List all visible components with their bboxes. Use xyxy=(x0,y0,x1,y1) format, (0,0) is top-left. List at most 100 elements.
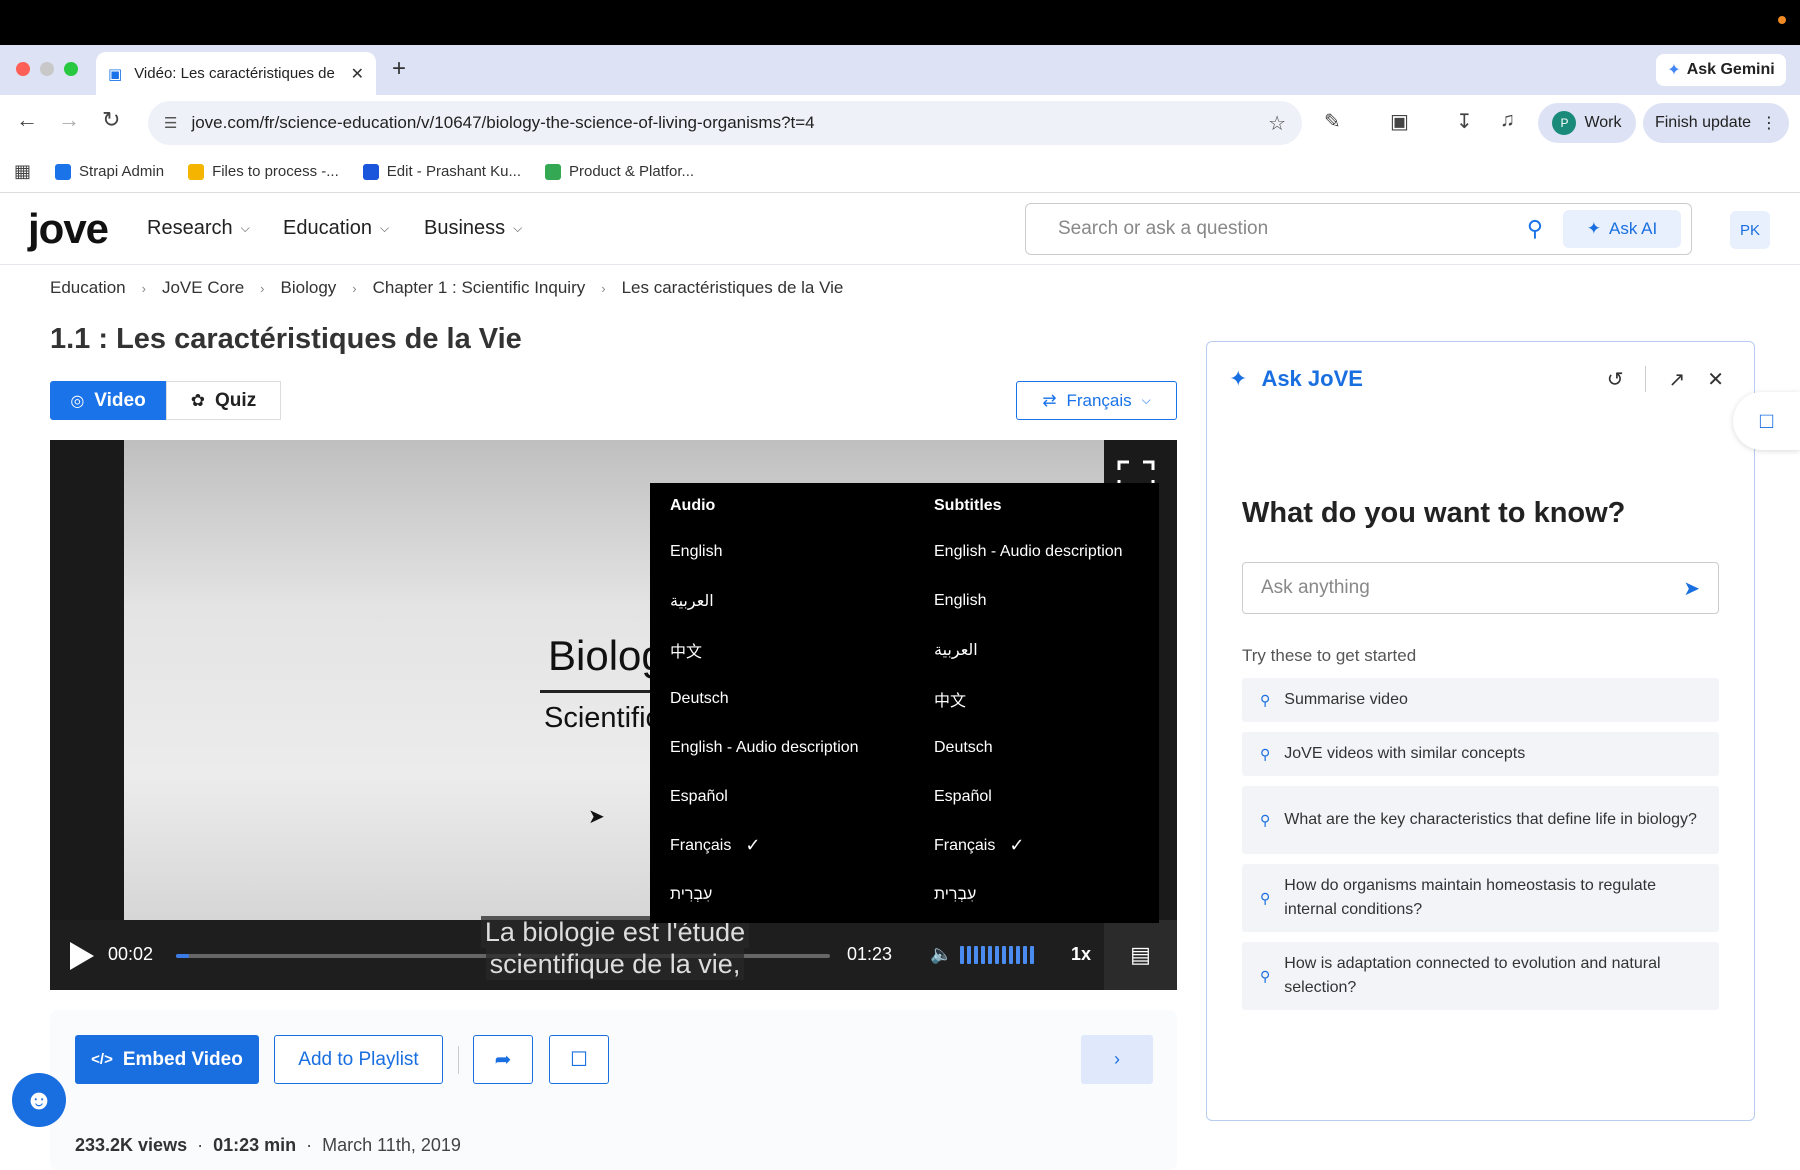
accessibility-icon[interactable]: ☻ xyxy=(12,1073,66,1127)
forward-arrow-icon[interactable]: → xyxy=(58,107,80,133)
extensions-icon[interactable]: ✎ xyxy=(1324,109,1341,134)
finish-update-button[interactable]: Finish update ⋮ xyxy=(1643,103,1789,143)
apps-grid-icon[interactable]: ▦ xyxy=(14,161,31,182)
bookmark-item[interactable]: Files to process -... xyxy=(188,163,339,180)
suggestion-text: Summarise video xyxy=(1284,691,1408,708)
bookmark-icon[interactable]: ☐ xyxy=(549,1035,609,1084)
audio-option[interactable]: English - Audio description xyxy=(670,723,859,772)
url-text[interactable]: jove.com/fr/science-education/v/10647/bi… xyxy=(191,113,1254,133)
subtitles-option[interactable]: Deutsch xyxy=(934,723,1123,772)
suggestion-item[interactable]: ⚲ Summarise video xyxy=(1242,678,1719,722)
embed-video-button[interactable]: </> Embed Video xyxy=(75,1035,259,1084)
history-icon[interactable]: ↺ xyxy=(1607,367,1624,392)
bookmark-item[interactable]: Strapi Admin xyxy=(55,163,164,180)
play-circle-icon: ◎ xyxy=(70,392,85,410)
back-arrow-icon[interactable]: ← xyxy=(16,107,38,133)
subtitles-option[interactable]: العربية xyxy=(934,625,1123,674)
profile-button[interactable]: P Work xyxy=(1538,103,1636,143)
audio-option[interactable]: Deutsch xyxy=(670,674,859,723)
subtitles-option[interactable]: English - Audio description xyxy=(934,527,1123,576)
window-zoom-button[interactable] xyxy=(64,62,78,76)
user-avatar[interactable]: PK xyxy=(1730,211,1770,249)
subtitles-option-label: English - Audio description xyxy=(934,542,1123,560)
subtitles-option-label: 中文 xyxy=(934,692,967,710)
subtitles-option[interactable]: עִבְרִית xyxy=(934,870,1123,919)
nav-business[interactable]: Business ⌵ xyxy=(424,217,522,240)
search-icon[interactable]: ⚲ xyxy=(1527,216,1543,242)
suggestion-item[interactable]: ⚲ What are the key characteristics that … xyxy=(1242,786,1719,854)
send-icon[interactable]: ➤ xyxy=(1683,576,1700,601)
ask-input-placeholder[interactable]: Ask anything xyxy=(1261,577,1683,599)
search-input[interactable]: Search or ask a question xyxy=(1058,218,1527,240)
audio-option[interactable]: English xyxy=(670,527,859,576)
subtitles-option[interactable]: Français ✓ xyxy=(934,821,1123,870)
audio-option-label: עִבְרִית xyxy=(670,885,713,903)
cast-icon[interactable]: ▣ xyxy=(1390,109,1409,134)
new-tab-button[interactable]: + xyxy=(392,55,406,83)
audio-option[interactable]: Français ✓ xyxy=(670,821,859,870)
ask-ai-label: Ask AI xyxy=(1609,219,1658,238)
address-bar[interactable]: ☰ jove.com/fr/science-education/v/10647/… xyxy=(148,101,1302,145)
chat-icon[interactable]: □ xyxy=(1733,392,1800,450)
bookmark-item[interactable]: Edit - Prashant Ku... xyxy=(362,163,521,180)
suggestion-item[interactable]: ⚲ JoVE videos with similar concepts xyxy=(1242,732,1719,776)
audio-option[interactable]: עִבְרִית xyxy=(670,870,859,919)
ask-gemini-button[interactable]: ✦ Ask Gemini xyxy=(1656,54,1786,86)
expand-icon[interactable]: ↗ xyxy=(1668,367,1685,392)
check-icon: ✓ xyxy=(745,835,761,855)
current-time: 00:02 xyxy=(108,944,154,964)
breadcrumb-item[interactable]: Education xyxy=(50,278,126,298)
audio-option[interactable]: Español xyxy=(670,772,859,821)
download-icon[interactable]: ↧ xyxy=(1456,109,1473,134)
audio-option[interactable]: 中文 xyxy=(670,625,859,674)
ask-ai-button[interactable]: ✦ Ask AI xyxy=(1563,210,1681,248)
breadcrumb-item[interactable]: Biology xyxy=(281,278,337,298)
subtitles-option-label: Español xyxy=(934,787,992,805)
add-to-playlist-button[interactable]: Add to Playlist xyxy=(274,1035,443,1084)
volume-slider[interactable] xyxy=(960,946,1034,964)
captions-icon[interactable]: ▤ xyxy=(1104,920,1177,990)
window-close-button[interactable] xyxy=(16,62,30,76)
next-video-button[interactable]: › xyxy=(1081,1035,1153,1084)
volume-icon[interactable]: 🔈 xyxy=(930,944,952,965)
audio-option[interactable]: العربية xyxy=(670,576,859,625)
breadcrumb-item[interactable]: Chapter 1 : Scientific Inquiry xyxy=(373,278,586,298)
close-icon[interactable]: ✕ xyxy=(351,64,364,84)
bookmark-item[interactable]: Product & Platfor... xyxy=(545,163,694,180)
ask-jove-header: ✦ Ask JoVE xyxy=(1229,366,1363,392)
nav-education[interactable]: Education ⌵ xyxy=(283,217,389,240)
audio-option-label: English xyxy=(670,542,723,560)
breadcrumb-item[interactable]: JoVE Core xyxy=(162,278,244,298)
subtitles-option[interactable]: English xyxy=(934,576,1123,625)
mouse-cursor: ➤ xyxy=(588,806,605,828)
window-minimize-button[interactable] xyxy=(40,62,54,76)
browser-tab-active[interactable]: ▣ Vidéo: Les caractéristiques de ✕ xyxy=(96,52,376,95)
suggestion-item[interactable]: ⚲ How do organisms maintain homeostasis … xyxy=(1242,864,1719,932)
site-search[interactable]: Search or ask a question ⚲ ✦ Ask AI xyxy=(1025,203,1692,255)
language-select[interactable]: ⇄ Français ⌵ xyxy=(1016,381,1177,420)
tab-quiz[interactable]: ✿ Quiz xyxy=(166,381,281,420)
suggestion-text: JoVE videos with similar concepts xyxy=(1284,745,1526,762)
play-icon[interactable] xyxy=(70,942,94,970)
subtitles-option[interactable]: 中文 xyxy=(934,674,1123,723)
nav-research[interactable]: Research ⌵ xyxy=(147,217,250,240)
chevron-right-icon: › xyxy=(352,280,357,296)
divider xyxy=(1645,366,1647,392)
site-settings-icon[interactable]: ☰ xyxy=(164,114,177,132)
suggestion-text: How do organisms maintain homeostasis to… xyxy=(1284,877,1657,918)
reload-icon[interactable]: ↻ xyxy=(102,107,120,133)
media-control-icon[interactable]: ♫ xyxy=(1500,109,1515,132)
playback-speed[interactable]: 1x xyxy=(1071,944,1091,965)
language-label: Français xyxy=(1066,390,1132,410)
close-icon[interactable]: ✕ xyxy=(1707,367,1724,392)
tab-video[interactable]: ◎ Video xyxy=(50,381,166,420)
subtitles-option-label: Deutsch xyxy=(934,738,993,756)
subtitles-option[interactable]: Español xyxy=(934,772,1123,821)
jove-logo[interactable]: jove xyxy=(28,205,109,253)
ask-jove-question: What do you want to know? xyxy=(1242,497,1626,529)
bookmark-star-icon[interactable]: ☆ xyxy=(1268,111,1286,136)
caption-line: scientifique de la vie, xyxy=(485,948,745,980)
suggestion-item[interactable]: ⚲ How is adaptation connected to evoluti… xyxy=(1242,942,1719,1010)
share-icon[interactable]: ➦ xyxy=(473,1035,533,1084)
ask-anything-input[interactable]: Ask anything ➤ xyxy=(1242,562,1719,614)
